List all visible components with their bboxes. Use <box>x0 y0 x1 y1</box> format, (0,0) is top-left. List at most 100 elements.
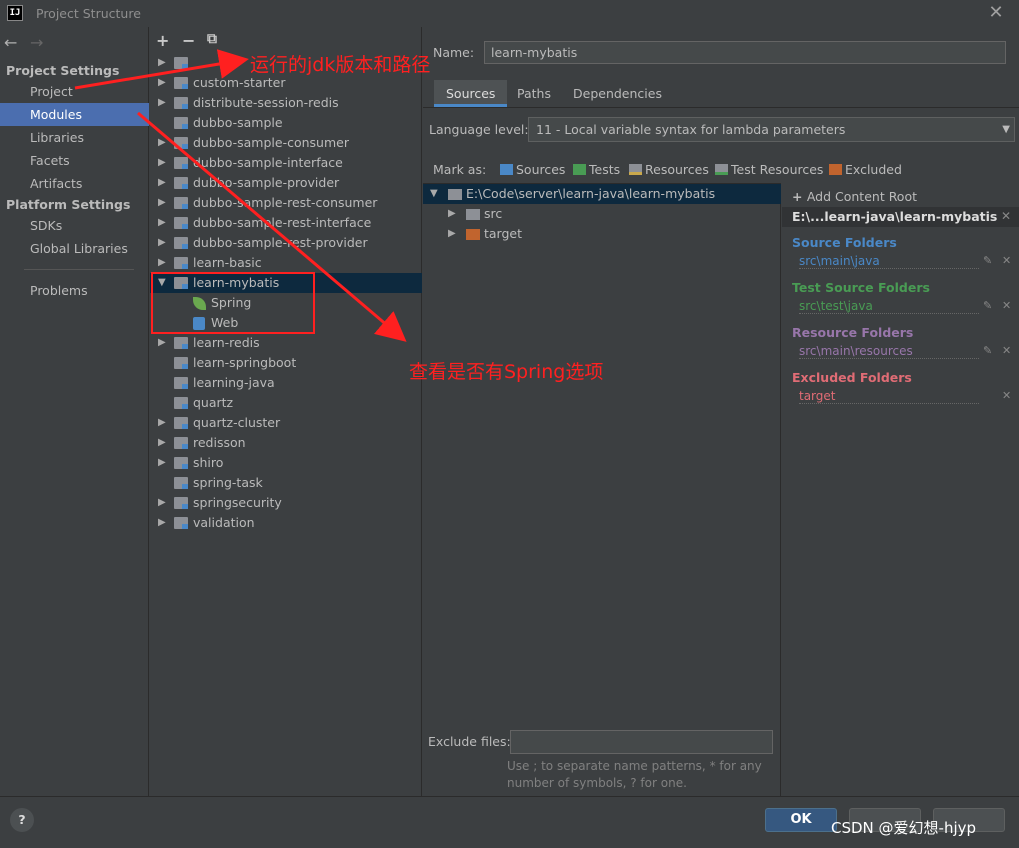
module-folder-icon <box>174 57 188 69</box>
exclude-files-field[interactable] <box>510 730 773 754</box>
mark-as-excluded-button[interactable]: Excluded <box>829 162 902 177</box>
module-item[interactable]: ▶ dubbo-sample-consumer <box>150 133 422 153</box>
sidebar-item-libraries[interactable]: Libraries <box>0 126 149 149</box>
module-item[interactable]: spring-task <box>150 473 422 493</box>
content-folder-row[interactable]: ▶ src <box>423 204 781 224</box>
chevron-right-icon[interactable]: ▶ <box>158 333 166 353</box>
sidebar-item-artifacts[interactable]: Artifacts <box>0 172 149 195</box>
module-folder-icon <box>174 117 188 129</box>
sidebar-item-global-libraries[interactable]: Global Libraries <box>0 237 149 260</box>
excluded-folder-path[interactable]: target <box>799 389 979 404</box>
tab-dependencies[interactable]: Dependencies <box>561 80 674 107</box>
module-item[interactable]: ▶ springsecurity <box>150 493 422 513</box>
module-item[interactable]: ▶ shiro <box>150 453 422 473</box>
chevron-right-icon[interactable]: ▶ <box>158 53 166 73</box>
resource-folder-path[interactable]: src\main\resources <box>799 344 979 359</box>
chevron-right-icon[interactable]: ▶ <box>158 73 166 93</box>
chevron-right-icon[interactable]: ▶ <box>158 233 166 253</box>
content-folder-row[interactable]: ▶ target <box>423 224 781 244</box>
window-title: Project Structure <box>36 6 141 21</box>
module-label: learn-springboot <box>193 355 297 370</box>
chevron-right-icon[interactable]: ▶ <box>158 213 166 233</box>
mark-as-sources-button[interactable]: Sources <box>500 162 565 177</box>
resources-folder-icon <box>629 164 642 175</box>
sidebar-item-modules[interactable]: Modules <box>0 103 149 126</box>
module-label: validation <box>193 515 255 530</box>
source-folder-path[interactable]: src\main\java <box>799 254 979 269</box>
mark-as-resources-button[interactable]: Resources <box>629 162 709 177</box>
folder-icon <box>448 189 462 200</box>
exclude-files-label: Exclude files: <box>428 734 511 749</box>
module-item[interactable]: dubbo-sample <box>150 113 422 133</box>
chevron-down-icon[interactable]: ▼ <box>430 184 438 204</box>
mark-as-test-resources-button[interactable]: Test Resources <box>715 162 823 177</box>
chevron-right-icon[interactable]: ▶ <box>158 413 166 433</box>
arrow-right-icon[interactable]: → <box>30 33 43 52</box>
remove-icon[interactable]: ✕ <box>1002 344 1011 357</box>
module-item[interactable]: ▶ dubbo-sample-rest-consumer <box>150 193 422 213</box>
module-item[interactable]: ▶ distribute-session-redis <box>150 93 422 113</box>
chevron-right-icon[interactable]: ▶ <box>158 153 166 173</box>
edit-icon[interactable]: ✎ <box>983 299 992 312</box>
module-label: learn-redis <box>193 335 260 350</box>
module-folder-icon <box>174 237 188 249</box>
sidebar-item-sdks[interactable]: SDKs <box>0 214 149 237</box>
language-level-select[interactable]: 11 - Local variable syntax for lambda pa… <box>528 117 1015 142</box>
mark-as-label: Mark as: <box>433 162 487 177</box>
module-label: dubbo-sample-rest-consumer <box>193 195 378 210</box>
remove-content-root-icon[interactable]: ✕ <box>1001 209 1011 223</box>
module-item[interactable]: ▶ dubbo-sample-rest-provider <box>150 233 422 253</box>
remove-icon[interactable]: − <box>182 31 195 50</box>
add-content-root-button[interactable]: + Add Content Root <box>792 189 917 204</box>
annotation-spring-text: 查看是否有Spring选项 <box>409 361 604 383</box>
chevron-right-icon[interactable]: ▶ <box>448 204 456 224</box>
remove-icon[interactable]: ✕ <box>1002 299 1011 312</box>
chevron-right-icon[interactable]: ▶ <box>158 513 166 533</box>
chevron-right-icon[interactable]: ▶ <box>158 253 166 273</box>
chevron-right-icon[interactable]: ▶ <box>158 133 166 153</box>
chevron-right-icon[interactable]: ▶ <box>158 433 166 453</box>
edit-icon[interactable]: ✎ <box>983 344 992 357</box>
tab-paths[interactable]: Paths <box>505 80 563 107</box>
add-icon[interactable]: + <box>156 31 169 50</box>
chevron-right-icon[interactable]: ▶ <box>448 224 456 244</box>
mark-as-tests-button[interactable]: Tests <box>573 162 620 177</box>
module-item[interactable]: ▶ learn-redis <box>150 333 422 353</box>
module-item[interactable]: ▶ dubbo-sample-rest-interface <box>150 213 422 233</box>
module-item[interactable]: ▶ dubbo-sample-interface <box>150 153 422 173</box>
chevron-right-icon[interactable]: ▶ <box>158 173 166 193</box>
chevron-right-icon[interactable]: ▶ <box>158 93 166 113</box>
help-button[interactable]: ? <box>10 808 34 832</box>
module-item[interactable]: quartz <box>150 393 422 413</box>
module-item[interactable]: learning-java <box>150 373 422 393</box>
module-item[interactable]: ▶ quartz-cluster <box>150 413 422 433</box>
edit-icon[interactable]: ✎ <box>983 254 992 267</box>
sidebar-item-facets[interactable]: Facets <box>0 149 149 172</box>
module-name-field[interactable]: learn-mybatis <box>484 41 1006 64</box>
chevron-right-icon[interactable]: ▶ <box>158 453 166 473</box>
module-item[interactable]: ▶ redisson <box>150 433 422 453</box>
excluded-folders-title: Excluded Folders <box>792 370 912 385</box>
module-label: dubbo-sample-rest-provider <box>193 235 368 250</box>
sidebar-item-problems[interactable]: Problems <box>0 279 149 302</box>
module-item[interactable]: ▶ dubbo-sample-provider <box>150 173 422 193</box>
arrow-left-icon[interactable]: ← <box>4 33 17 52</box>
test-source-folder-path[interactable]: src\test\java <box>799 299 979 314</box>
module-folder-icon <box>174 197 188 209</box>
copy-icon[interactable]: ⧉ <box>207 31 217 47</box>
remove-icon[interactable]: ✕ <box>1002 254 1011 267</box>
module-item[interactable]: ▶ learn-basic <box>150 253 422 273</box>
content-root-row[interactable]: ▼ E:\Code\server\learn-java\learn-mybati… <box>423 184 781 204</box>
module-label: spring-task <box>193 475 263 490</box>
ok-button[interactable]: OK <box>765 808 837 832</box>
close-icon[interactable]: ✕ <box>986 2 1006 24</box>
remove-icon[interactable]: ✕ <box>1002 389 1011 402</box>
chevron-right-icon[interactable]: ▶ <box>158 193 166 213</box>
excluded-folder-icon <box>466 229 480 240</box>
module-item[interactable]: learn-springboot <box>150 353 422 373</box>
module-item[interactable]: ▶ validation <box>150 513 422 533</box>
plus-icon: + <box>792 189 807 204</box>
chevron-right-icon[interactable]: ▶ <box>158 493 166 513</box>
tab-sources[interactable]: Sources <box>434 80 508 107</box>
sidebar-item-project[interactable]: Project <box>0 80 149 103</box>
